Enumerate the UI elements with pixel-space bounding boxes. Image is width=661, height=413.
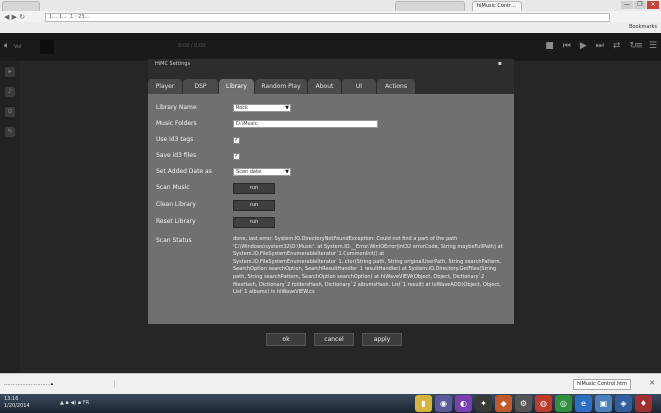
use-id3-label: Use id3 tags [156, 136, 194, 143]
reset-library-label: Reset Library [156, 218, 196, 225]
system-tray[interactable]: ▲ ▪ ◀) ▪ FR [60, 400, 89, 406]
clock-time: 13:16 [4, 396, 19, 402]
added-date-select[interactable]: Scan date ▼ [233, 168, 291, 176]
back-icon[interactable]: ◀ [4, 13, 9, 21]
browser-tab[interactable] [395, 1, 465, 11]
tab-actions[interactable]: Actions [377, 79, 415, 94]
save-id3-checkbox[interactable]: ✓ [233, 153, 240, 160]
scan-status-text: done, last error: System.IO.DirectoryNot… [233, 236, 503, 296]
tab-dsp[interactable]: DSP [183, 79, 218, 94]
next-icon[interactable]: ⏭ [596, 42, 604, 51]
reset-library-button[interactable]: run [233, 217, 275, 228]
window-controls: — ❐ ✕ [621, 1, 659, 9]
forward-icon[interactable]: ▶ [12, 13, 17, 21]
bookmarks-folder[interactable]: Bookmarks [629, 24, 657, 30]
tab-about[interactable]: About [308, 79, 341, 94]
download-item[interactable]: ……………………… ▴ [4, 380, 115, 388]
taskbar-app-icon[interactable]: ⚙ [515, 395, 532, 412]
use-id3-checkbox[interactable]: ✓ [233, 137, 240, 144]
tab-ui[interactable]: UI [342, 79, 376, 94]
browser-tab[interactable] [2, 1, 40, 11]
sidebar-button[interactable]: ▸ [5, 67, 15, 77]
chevron-down-icon: ▼ [285, 169, 289, 175]
clock[interactable]: 13:16 1/20/2014 [4, 396, 30, 410]
ok-button[interactable]: ok [266, 333, 306, 346]
play-icon[interactable]: ▶ [580, 42, 587, 51]
url-input[interactable]: 1… 1… .1 : 23… [45, 13, 610, 22]
taskbar-apps: ▮ ◉ ◐ ✦ ◆ ⚙ ◍ ◎ e ▣ ◈ ♦ [415, 395, 652, 412]
tab-random-play[interactable]: Random Play [255, 79, 307, 94]
reload-icon[interactable]: ↻ [19, 13, 25, 21]
library-name-label: Library Name [156, 104, 197, 111]
taskbar-app-icon[interactable]: ▣ [595, 395, 612, 412]
settings-tabs: Player DSP Library Random Play About UI … [148, 79, 514, 94]
close-button[interactable]: ✕ [647, 1, 659, 9]
dialog-buttons: ok cancel apply [266, 333, 402, 346]
taskbar-app-icon[interactable]: e [575, 395, 592, 412]
browser-tab-active[interactable]: hiMusic Contr… [472, 1, 522, 11]
taskbar-app-icon[interactable]: ◎ [555, 395, 572, 412]
list-icon[interactable]: ≡ [635, 42, 643, 51]
taskbar-app-icon[interactable]: ▮ [415, 395, 432, 412]
taskbar-app-icon[interactable]: ♦ [635, 395, 652, 412]
playback-controls: ■ ⏮ ▶ ⏭ ⇄ ↻ [545, 42, 637, 51]
windows-taskbar: 13:16 1/20/2014 ▲ ▪ ◀) ▪ FR ▮ ◉ ◐ ✦ ◆ ⚙ ◍ ◎ e ▣ ◈ ♦ [0, 394, 661, 413]
clean-library-button[interactable]: run [233, 200, 275, 211]
download-bar: ……………………… ▴ hiMusic Control.htm ✕ [0, 373, 661, 394]
music-folders-label: Music Folders [156, 120, 197, 127]
scan-music-label: Scan Music [156, 184, 190, 191]
nav-buttons: ◀ ▶ ↻ [4, 13, 25, 21]
clean-library-label: Clean Library [156, 201, 196, 208]
taskbar-app-icon[interactable]: ◈ [615, 395, 632, 412]
tab-player[interactable]: Player [148, 79, 182, 94]
maximize-button[interactable]: ❐ [634, 1, 646, 9]
stop-icon[interactable]: ■ [545, 42, 554, 51]
time-display: 0:00 / 0:00 [178, 43, 206, 49]
library-name-select[interactable]: Rock ▼ [233, 104, 291, 112]
sidebar-button[interactable]: ⊙ [5, 107, 15, 117]
taskbar-app-icon[interactable]: ◐ [455, 395, 472, 412]
clock-date: 1/20/2014 [4, 403, 30, 409]
volume-label: Vol [14, 44, 22, 50]
sidebar-button[interactable]: ♪ [5, 87, 15, 97]
speaker-icon[interactable]: 🔈︎ [4, 41, 9, 51]
menu-icon[interactable]: ☰ [649, 42, 657, 51]
music-folders-input[interactable]: D:\Music [233, 120, 378, 128]
save-id3-label: Save id3 files [156, 152, 197, 159]
chevron-down-icon: ▼ [285, 105, 289, 111]
taskbar-app-icon[interactable]: ✦ [475, 395, 492, 412]
menu-controls: ≡ ☰ [635, 42, 657, 51]
shuffle-icon[interactable]: ⇄ [613, 42, 621, 51]
taskbar-app-icon[interactable]: ◉ [435, 395, 452, 412]
close-icon[interactable]: ✕ [649, 379, 655, 387]
sidebar-button[interactable]: ✎ [5, 127, 15, 137]
scan-music-button[interactable]: run [233, 183, 275, 194]
taskbar-app-icon[interactable]: ◍ [535, 395, 552, 412]
album-art [40, 40, 54, 54]
scan-status-label: Scan Status [156, 237, 192, 244]
address-bar: ◀ ▶ ↻ 1… 1… .1 : 23… [0, 11, 661, 22]
set-added-date-label: Set Added Date as [156, 168, 212, 175]
minimize-button[interactable]: — [621, 1, 633, 9]
tab-library[interactable]: Library [219, 79, 254, 94]
player-toolbar: 🔈︎ Vol 0:00 / 0:00 ■ ⏮ ▶ ⏭ ⇄ ↻ ≡ ☰ [0, 33, 661, 61]
dialog-title: HiMC Settings [155, 61, 191, 67]
browser-chrome: hiMusic Contr… — ❐ ✕ ◀ ▶ ↻ 1… 1… .1 : 23… [0, 0, 661, 34]
download-file[interactable]: hiMusic Control.htm [572, 379, 631, 390]
apply-button[interactable]: apply [362, 333, 402, 346]
taskbar-app-icon[interactable]: ◆ [495, 395, 512, 412]
cancel-button[interactable]: cancel [314, 333, 354, 346]
dialog-close-icon[interactable]: ▪ [498, 60, 502, 67]
left-sidebar: ▸ ♪ ⊙ ✎ [0, 61, 20, 373]
previous-icon[interactable]: ⏮ [563, 42, 571, 51]
